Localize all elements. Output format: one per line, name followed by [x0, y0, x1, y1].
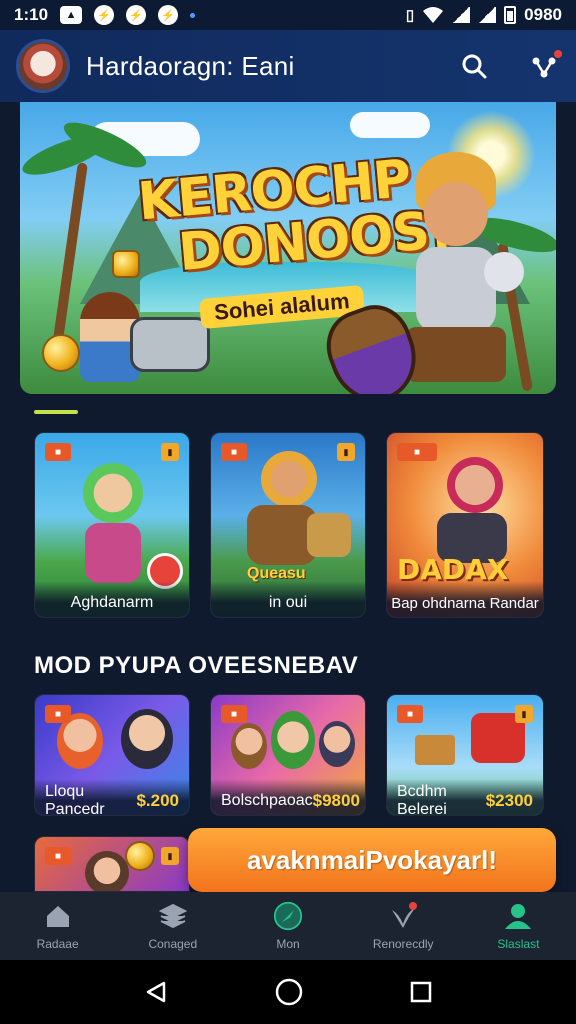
- card-caption: Aghdanarm: [35, 581, 189, 617]
- nav-item-layers[interactable]: Conaged: [115, 892, 230, 960]
- shop-card-name: Bcdhm Belerei: [397, 783, 447, 816]
- character-figure: [271, 711, 315, 769]
- nav-label: Renorecdly: [372, 937, 434, 951]
- new-badge: ■: [221, 443, 247, 461]
- wifi-icon: [423, 7, 444, 23]
- home-icon: [43, 901, 73, 931]
- character-body: [85, 523, 141, 583]
- status-bar: 1:10 ▲ ⚡ ⚡ ⚡ ▯ 0980: [0, 0, 576, 30]
- shield-graphic: [307, 513, 351, 557]
- search-button[interactable]: [458, 50, 490, 82]
- character-figure: [447, 457, 503, 513]
- signal-icon: [478, 7, 497, 23]
- nav-label: Mon: [276, 937, 300, 951]
- carousel-indicator: [34, 410, 78, 414]
- bottom-nav: Radaae Conaged Mon Renorecdly Slaslast: [0, 892, 576, 960]
- battery-icon: [504, 6, 517, 24]
- cube-graphic: [112, 250, 140, 278]
- compass-icon: [273, 901, 303, 931]
- cta-button[interactable]: avaknmaiPvokayarl!: [188, 828, 556, 892]
- system-nav-bar: [0, 960, 576, 1024]
- new-badge: ■: [397, 443, 437, 461]
- bookmark-icon[interactable]: ▮: [337, 443, 355, 461]
- new-badge: ■: [45, 705, 71, 723]
- new-badge: ■: [45, 847, 71, 865]
- shop-card[interactable]: ■ ▮: [34, 836, 190, 892]
- shop-card-name: Bolschpaoac: [221, 792, 313, 809]
- robot-vehicle: [130, 317, 210, 372]
- shop-card-caption: Lloqu Pancedr $.200: [35, 779, 189, 815]
- card-caption: Bap ohdnarna Randar: [387, 581, 543, 617]
- vibrate-icon: ▯: [405, 7, 415, 24]
- new-badge: ■: [221, 705, 247, 723]
- back-icon[interactable]: [144, 980, 168, 1004]
- character-figure: [121, 709, 173, 769]
- nav-item-bird[interactable]: Renorecdly: [346, 892, 461, 960]
- shop-card-caption: Bcdhm Belerei $2300: [387, 779, 543, 815]
- bird-icon: [388, 901, 418, 931]
- status-time: 1:10: [14, 5, 49, 24]
- shop-card[interactable]: ■ ▮ Bcdhm Belerei $2300: [386, 694, 544, 816]
- messenger-icon: ⚡: [94, 5, 115, 25]
- coin-graphic: [42, 334, 80, 372]
- home-button-icon[interactable]: [275, 978, 303, 1006]
- shop-card-price: $2300: [485, 791, 533, 810]
- bookmark-icon[interactable]: ▮: [515, 705, 533, 723]
- card-caption: in oui: [211, 581, 365, 617]
- nav-item-compass[interactable]: Mon: [230, 892, 345, 960]
- featured-card[interactable]: ■ ▮ Aghdanarm: [34, 432, 190, 618]
- bookmark-icon[interactable]: ▮: [161, 847, 179, 865]
- nav-label: Radaae: [36, 937, 79, 951]
- nav-item-home[interactable]: Radaae: [0, 892, 115, 960]
- shop-card-name: Lloqu Pancedr: [45, 783, 105, 816]
- notification-badge: [552, 48, 564, 60]
- shop-card-price: $9800: [312, 791, 360, 810]
- shop-card-caption: Bolschpaoac $9800: [211, 779, 365, 815]
- character-figure: [85, 851, 129, 891]
- section-title: MOD PYUPA OVEESNEBAV: [34, 652, 359, 679]
- coin-graphic: [125, 841, 155, 871]
- character-figure: [261, 451, 317, 507]
- signal-icon: [452, 7, 471, 23]
- character-figure: [83, 463, 143, 523]
- nav-label: Slaslast: [497, 937, 540, 951]
- new-badge: ■: [45, 443, 71, 461]
- messenger-icon: ⚡: [158, 5, 179, 25]
- new-badge: ■: [397, 705, 423, 723]
- shop-card[interactable]: ■ Lloqu Pancedr $.200: [34, 694, 190, 816]
- avatar[interactable]: [16, 39, 70, 93]
- page-title: Hardaoragn: Eani: [86, 50, 295, 81]
- featured-card[interactable]: DADAX ■ Bap ohdnarna Randar: [386, 432, 544, 618]
- nav-item-profile[interactable]: Slaslast: [461, 892, 576, 960]
- notification-dot: [190, 12, 196, 18]
- hero-banner[interactable]: KEROCHP DONOOS! Sohei alalum: [20, 102, 556, 394]
- gallery-icon: ▲: [60, 6, 83, 24]
- profile-icon: [503, 901, 533, 931]
- character-figure: [319, 721, 355, 767]
- chest-graphic: [415, 735, 455, 765]
- featured-card[interactable]: Queasu ■ ▮ in oui: [210, 432, 366, 618]
- layers-icon: [158, 901, 188, 931]
- nav-label: Conaged: [148, 937, 198, 951]
- recents-icon[interactable]: [410, 981, 432, 1003]
- bookmark-icon[interactable]: ▮: [161, 443, 179, 461]
- app-header: Hardaoragn: Eani: [0, 30, 576, 102]
- share-button[interactable]: [528, 48, 564, 82]
- cloud-graphic: [350, 112, 430, 138]
- messenger-icon: ⚡: [126, 5, 147, 25]
- character-figure: [231, 723, 267, 769]
- shop-card[interactable]: ■ Bolschpaoac $9800: [210, 694, 366, 816]
- search-icon: [462, 54, 487, 79]
- status-battery-text: 0980: [524, 5, 562, 24]
- shop-card-price: $.200: [136, 791, 179, 810]
